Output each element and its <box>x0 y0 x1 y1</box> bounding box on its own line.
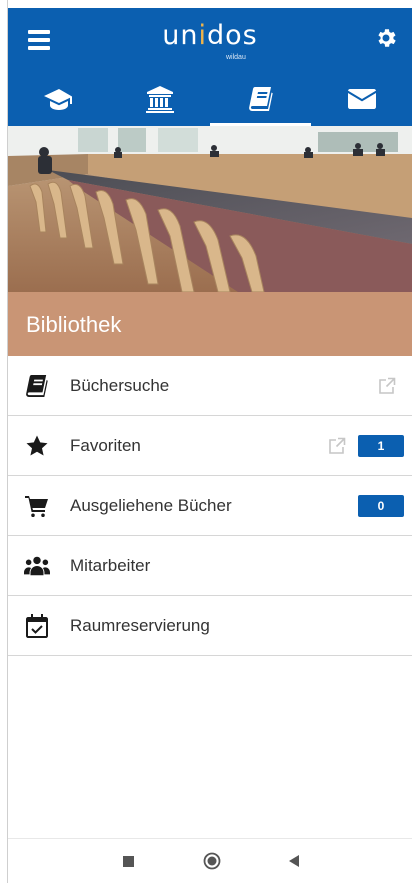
list-item-buechersuche[interactable]: Büchersuche <box>8 356 412 416</box>
graduation-cap-icon <box>43 89 72 110</box>
section-banner: Bibliothek <box>8 292 412 356</box>
system-navigation-bar <box>8 838 412 884</box>
envelope-icon <box>347 89 376 109</box>
list-item-label: Favoriten <box>70 435 141 455</box>
app-bar: unidos wildau <box>8 8 412 72</box>
tab-bar <box>8 72 412 126</box>
back-button[interactable] <box>284 851 304 871</box>
list-item-label: Mitarbeiter <box>70 555 151 575</box>
menu-list: Büchersuche Favoriten 1 Ausgeliehene Büc… <box>8 356 412 656</box>
page-title: Bibliothek <box>26 312 122 337</box>
list-item-label: Büchersuche <box>70 375 170 395</box>
loans-count-badge: 0 <box>358 494 404 517</box>
gear-icon[interactable] <box>374 26 398 50</box>
library-hero-image <box>8 126 412 292</box>
tab-library[interactable] <box>210 72 311 126</box>
list-item-mitarbeiter[interactable]: Mitarbeiter <box>8 536 412 596</box>
square-icon <box>122 855 134 867</box>
list-item-label: Ausgeliehene Bücher <box>70 495 232 515</box>
favorites-count-badge: 1 <box>358 434 404 457</box>
tab-institution[interactable] <box>109 72 210 126</box>
book-icon <box>248 87 273 111</box>
back-triangle-icon <box>289 855 299 867</box>
list-item-ausgeliehene-buecher[interactable]: Ausgeliehene Bücher 0 <box>8 476 412 536</box>
cart-icon <box>24 493 50 519</box>
external-link-icon <box>329 437 346 454</box>
logo-subtitle: wildau <box>226 54 246 61</box>
tab-studies[interactable] <box>8 72 109 126</box>
users-icon <box>24 553 50 579</box>
book-icon <box>24 373 50 399</box>
list-item-favoriten[interactable]: Favoriten 1 <box>8 416 412 476</box>
recent-apps-button[interactable] <box>118 851 138 871</box>
list-item-label: Raumreservierung <box>70 615 210 635</box>
calendar-check-icon <box>24 613 50 639</box>
institution-icon <box>145 86 174 113</box>
star-icon <box>24 433 50 459</box>
home-button[interactable] <box>202 851 222 871</box>
list-item-raumreservierung[interactable]: Raumreservierung <box>8 596 412 656</box>
app-logo: unidos wildau <box>162 20 258 61</box>
external-link-icon <box>379 377 396 394</box>
tab-messages[interactable] <box>311 72 412 126</box>
circle-icon <box>203 852 221 870</box>
